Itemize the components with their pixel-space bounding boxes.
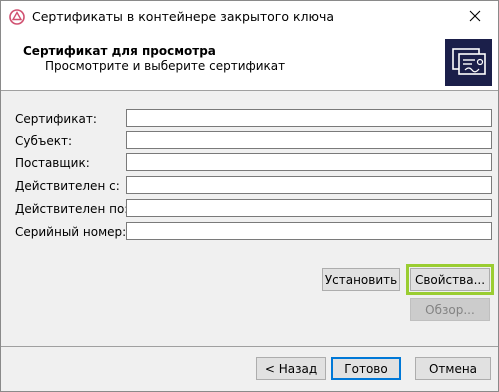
field-label-serial-number: Серийный номер: bbox=[15, 225, 127, 239]
valid-from-field[interactable] bbox=[126, 176, 492, 194]
install-button[interactable]: Установить bbox=[322, 268, 400, 291]
cancel-button[interactable]: Отмена bbox=[415, 357, 491, 380]
subject-field[interactable] bbox=[126, 131, 492, 149]
wizard-header: Сертификат для просмотра Просмотрите и в… bbox=[1, 33, 498, 91]
close-button[interactable] bbox=[452, 1, 498, 33]
certificate-icon bbox=[445, 39, 492, 86]
valid-to-field[interactable] bbox=[126, 199, 492, 217]
field-label-valid-to: Действителен по: bbox=[15, 202, 129, 216]
issuer-field[interactable] bbox=[126, 153, 492, 171]
dialog-window: Сертификаты в контейнере закрытого ключа… bbox=[0, 0, 499, 392]
title-bar: Сертификаты в контейнере закрытого ключа bbox=[1, 1, 498, 33]
finish-button[interactable]: Готово bbox=[331, 357, 401, 380]
header-subtitle: Просмотрите и выберите сертификат bbox=[45, 59, 286, 73]
properties-button[interactable]: Свойства... bbox=[410, 268, 490, 291]
field-label-valid-from: Действителен с: bbox=[15, 179, 120, 193]
browse-button[interactable]: Обзор... bbox=[410, 298, 490, 321]
window-title: Сертификаты в контейнере закрытого ключа bbox=[32, 9, 335, 24]
cryptopro-shield-icon bbox=[9, 9, 25, 25]
footer-separator bbox=[1, 346, 498, 347]
serial-number-field[interactable] bbox=[126, 222, 492, 240]
close-icon bbox=[469, 10, 481, 25]
field-label-certificate: Сертификат: bbox=[15, 112, 97, 126]
certificate-field[interactable] bbox=[126, 109, 492, 127]
header-title: Сертификат для просмотра bbox=[23, 44, 216, 58]
field-label-subject: Субъект: bbox=[15, 134, 73, 148]
field-label-issuer: Поставщик: bbox=[15, 156, 90, 170]
back-button[interactable]: < Назад bbox=[256, 357, 326, 380]
